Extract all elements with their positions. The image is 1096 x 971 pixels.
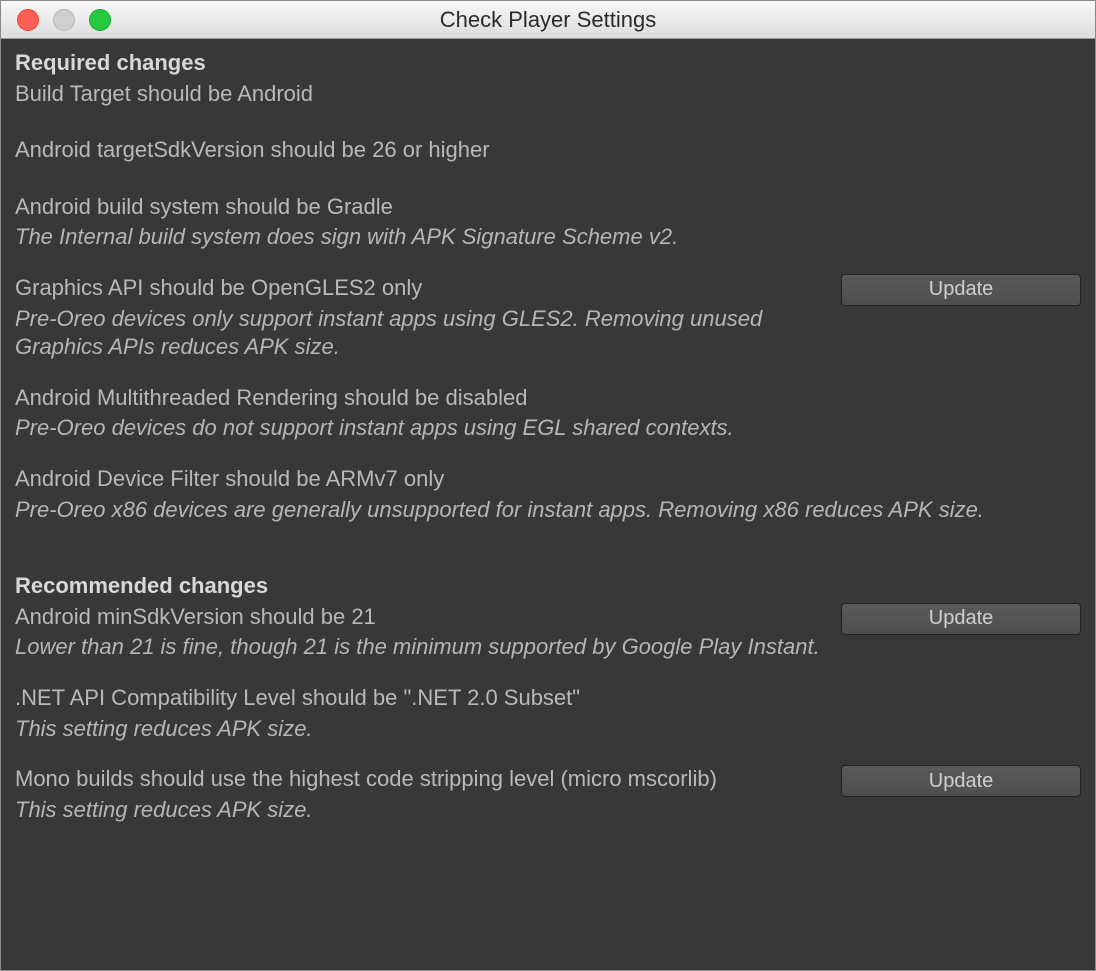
setting-title: Android Device Filter should be ARMv7 on… <box>15 465 1081 494</box>
required-header: Required changes <box>15 49 1081 78</box>
setting-title: Android targetSdkVersion should be 26 or… <box>15 136 1081 165</box>
setting-description: Pre-Oreo devices do not support instant … <box>15 414 1081 443</box>
setting-title: Graphics API should be OpenGLES2 only <box>15 274 829 303</box>
setting-title: Build Target should be Android <box>15 80 1081 109</box>
close-icon[interactable] <box>17 9 39 31</box>
setting-title: Android build system should be Gradle <box>15 193 1081 222</box>
window-controls <box>17 9 111 31</box>
setting-item: Android build system should be Gradle Th… <box>15 193 1081 252</box>
setting-title: Android Multithreaded Rendering should b… <box>15 384 1081 413</box>
setting-description: This setting reduces APK size. <box>15 796 829 825</box>
setting-item: Mono builds should use the highest code … <box>15 765 1081 824</box>
maximize-icon[interactable] <box>89 9 111 31</box>
setting-description: The Internal build system does sign with… <box>15 223 1081 252</box>
setting-description: Lower than 21 is fine, though 21 is the … <box>15 633 829 662</box>
setting-item: Android Device Filter should be ARMv7 on… <box>15 465 1081 524</box>
update-button[interactable]: Update <box>841 274 1081 306</box>
setting-item: Android minSdkVersion should be 21 Lower… <box>15 603 1081 662</box>
window-title: Check Player Settings <box>1 7 1095 33</box>
setting-item: Android Multithreaded Rendering should b… <box>15 384 1081 443</box>
setting-title: Mono builds should use the highest code … <box>15 765 829 794</box>
content-area: Required changes Build Target should be … <box>1 39 1095 970</box>
titlebar: Check Player Settings <box>1 1 1095 39</box>
setting-title: Android minSdkVersion should be 21 <box>15 603 829 632</box>
setting-description: Pre-Oreo x86 devices are generally unsup… <box>15 496 1081 525</box>
setting-item: .NET API Compatibility Level should be "… <box>15 684 1081 743</box>
minimize-icon[interactable] <box>53 9 75 31</box>
setting-item: Graphics API should be OpenGLES2 only Pr… <box>15 274 1081 362</box>
update-button[interactable]: Update <box>841 765 1081 797</box>
setting-description: Pre-Oreo devices only support instant ap… <box>15 305 829 362</box>
setting-title: .NET API Compatibility Level should be "… <box>15 684 1081 713</box>
setting-item: Build Target should be Android <box>15 80 1081 109</box>
setting-item: Android targetSdkVersion should be 26 or… <box>15 136 1081 165</box>
dialog-window: Check Player Settings Required changes B… <box>0 0 1096 971</box>
recommended-header: Recommended changes <box>15 572 1081 601</box>
update-button[interactable]: Update <box>841 603 1081 635</box>
setting-description: This setting reduces APK size. <box>15 715 1081 744</box>
